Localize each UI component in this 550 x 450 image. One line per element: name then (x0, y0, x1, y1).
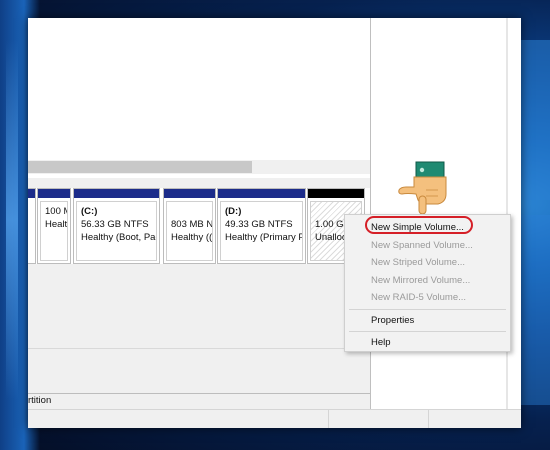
menu-item-new-striped-volume[interactable]: New Striped Volume... (371, 257, 465, 268)
menu-item-new-spanned-volume[interactable]: New Spanned Volume... (371, 240, 473, 251)
menu-separator (349, 331, 506, 332)
legend-primary-partition-label: rtition (28, 395, 52, 406)
partition-block-0[interactable] (28, 188, 36, 264)
partition-name: (C:) (81, 206, 98, 217)
status-cell (428, 410, 429, 428)
partition-block-d[interactable]: (D:) 49.33 GB NTFS Healthy (Primary P (217, 188, 306, 264)
highlight-oval (365, 216, 473, 234)
partition-name: (D:) (225, 206, 242, 217)
partition-bar (218, 189, 305, 198)
partition-status: Healthy (Boot, Pag (81, 232, 157, 243)
windows-logo-pane-top (518, 40, 550, 200)
partition-size: 803 MB N (171, 219, 213, 230)
scrollbar-thumb[interactable] (28, 161, 252, 173)
partition-status: Health (45, 219, 68, 230)
pointing-hand-icon (398, 161, 447, 215)
partition-size: 49.33 GB NTFS (225, 219, 293, 230)
empty-disk-area (28, 264, 370, 349)
partition-status: Healthy (( (171, 232, 213, 243)
partition-status: Healthy (Primary P (225, 232, 303, 243)
partition-block-1[interactable]: 100 M Health (37, 188, 71, 264)
menu-item-new-raid5-volume[interactable]: New RAID-5 Volume... (371, 292, 466, 303)
menu-item-properties[interactable]: Properties (371, 315, 414, 326)
partition-block-c[interactable]: (C:) 56.33 GB NTFS Healthy (Boot, Pag (73, 188, 160, 264)
partition-size: 100 M (45, 206, 67, 217)
partition-bar (28, 189, 35, 198)
partition-size: 56.33 GB NTFS (81, 219, 149, 230)
context-menu: New Simple Volume... New Spanned Volume.… (344, 214, 511, 352)
menu-separator (349, 309, 506, 310)
partition-bar (38, 189, 70, 198)
partition-bar (308, 189, 364, 198)
menu-item-new-mirrored-volume[interactable]: New Mirrored Volume... (371, 275, 470, 286)
menu-item-help[interactable]: Help (371, 337, 391, 348)
legend-bar: rtition (28, 393, 370, 408)
status-bar (28, 409, 521, 428)
partition-block-3[interactable]: 803 MB N Healthy (( (163, 188, 216, 264)
status-cell (328, 410, 329, 428)
partition-bar (74, 189, 159, 198)
windows-logo-pane-bottom (518, 215, 550, 405)
desktop-light-beam (6, 40, 18, 400)
partition-bar (164, 189, 215, 198)
